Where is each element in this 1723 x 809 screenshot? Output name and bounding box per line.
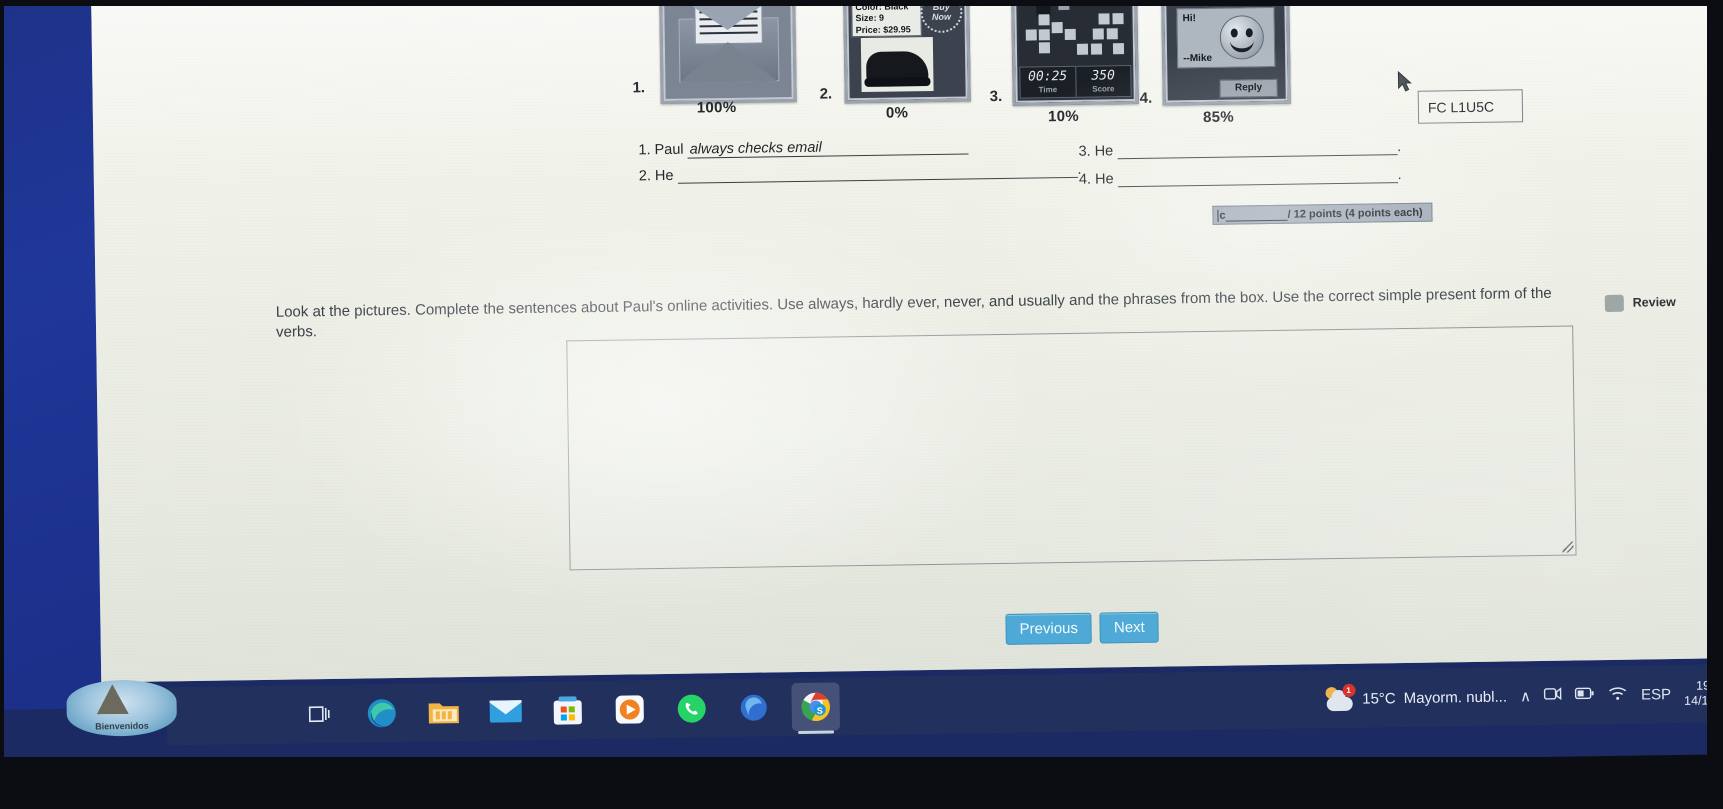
picture-percent-2: 0% [885, 104, 909, 122]
wifi-icon[interactable] [1608, 685, 1628, 704]
battery-icon[interactable] [1575, 686, 1595, 704]
photo-edge-bottom [0, 757, 1723, 809]
game-time-label: Time [1038, 85, 1058, 95]
previous-button[interactable]: Previous [1005, 612, 1093, 645]
im-reply-button: Reply [1219, 78, 1278, 98]
answer-line-2: 2. He . [638, 161, 1082, 185]
shoe-photo [860, 36, 934, 93]
weather-badge: 1 [1341, 683, 1356, 697]
chrome-icon[interactable]: S [791, 682, 841, 732]
email-inbox-image: Inbox (3) [658, 0, 797, 105]
language-indicator[interactable]: ESP [1641, 686, 1671, 703]
answer-number-2: 2. [638, 168, 652, 185]
show-hidden-icons-chevron[interactable]: ∧ [1520, 687, 1531, 705]
instant-message-image: Instant Message Hi! --Mike Reply [1161, 0, 1291, 106]
product-size: Size: 9 [855, 12, 885, 24]
copilot-icon[interactable] [729, 683, 778, 732]
file-explorer-icon[interactable] [419, 688, 468, 737]
answer-number-4: 4. [1078, 171, 1092, 188]
game-score: 350 Score [1074, 66, 1131, 97]
online-game-image: 00:25 Time 350 Score [1010, 0, 1139, 106]
photographed-screen: 1. Inbox (3) 100% 2. [0, 0, 1723, 809]
answer-line-3: 3. He . [1078, 139, 1402, 160]
screen-surface: 1. Inbox (3) 100% 2. [0, 0, 1723, 780]
im-message-body: Hi! --Mike [1176, 6, 1276, 69]
game-status-bar: 00:25 Time 350 Score [1019, 65, 1132, 99]
activity-code-chip: FC L1U5C [1417, 89, 1524, 124]
review-label[interactable]: Review [1633, 292, 1676, 313]
points-box: c / 12 points (4 points each) [1212, 202, 1433, 225]
picture-number-2: 2. [819, 85, 833, 103]
answer-textarea[interactable] [566, 325, 1577, 571]
answer-line-4: 4. He . [1078, 167, 1402, 188]
review-icon[interactable] [1604, 294, 1624, 312]
answer-written-1: always checks email [687, 139, 824, 159]
picture-percent-4: 85% [1202, 108, 1235, 126]
points-text: / 12 points (4 points each) [1287, 206, 1423, 221]
photo-edge-right [1707, 0, 1723, 809]
answer-stem-3: He [1094, 143, 1114, 160]
im-signature: --Mike [1183, 52, 1213, 65]
picture-number-3: 3. [989, 87, 1003, 106]
start-button[interactable]: Bienvenidos [66, 679, 178, 737]
resize-handle[interactable] [1562, 541, 1574, 553]
media-player-icon[interactable] [605, 685, 654, 734]
answer-number-1: 1. [638, 142, 651, 159]
system-tray: 1 15°C Mayorm. nubl... ∧ ESP 19:23 [1324, 663, 1723, 728]
edge-icon[interactable] [357, 689, 406, 738]
game-time-value: 00:25 [1027, 68, 1068, 85]
picture-number-4: 4. [1139, 89, 1153, 107]
envelope-icon [678, 0, 780, 83]
game-score-value: 350 [1091, 68, 1115, 84]
start-label: Bienvenidos [95, 720, 149, 732]
picture-row: 1. Inbox (3) 100% 2. [91, 0, 1723, 147]
picture-percent-1: 100% [696, 98, 737, 117]
game-time: 00:25 Time [1020, 67, 1075, 98]
weather-description: Mayorm. nubl... [1403, 688, 1508, 707]
buy-now-line2: Now [931, 11, 952, 22]
weather-temperature: 15°C [1362, 689, 1396, 708]
game-blocks [1018, 0, 1132, 67]
next-button[interactable]: Next [1099, 611, 1160, 644]
meet-now-icon[interactable] [1544, 686, 1562, 706]
photo-edge-top [0, 0, 1723, 6]
answer-number-3: 3. [1078, 143, 1091, 160]
answer-stem-4: He [1094, 171, 1114, 188]
svg-text:S: S [817, 706, 823, 716]
mouse-cursor-icon [1397, 70, 1412, 92]
picture-number-1: 1. [632, 79, 646, 97]
whatsapp-icon[interactable] [667, 684, 716, 733]
smiley-face-icon [1219, 15, 1265, 60]
answer-stem-2: He [654, 167, 674, 185]
photo-edge-left [0, 0, 4, 809]
picture-percent-3: 10% [1047, 107, 1080, 126]
mail-icon[interactable] [481, 687, 530, 736]
weather-widget[interactable]: 1 15°C Mayorm. nubl... [1324, 683, 1508, 712]
microsoft-store-icon[interactable] [543, 686, 592, 735]
im-greeting: Hi! [1182, 13, 1196, 25]
answer-line-1: 1. Paul always checks email [638, 137, 969, 159]
online-shopping-image: Item: Shoes Color: Black Size: 9 Price: … [842, 0, 971, 104]
worksheet-page: 1. Inbox (3) 100% 2. [90, 0, 1723, 683]
answer-stem-1: Paul [654, 141, 684, 159]
game-score-label: Score [1092, 84, 1115, 94]
task-view-icon[interactable] [295, 690, 344, 739]
weather-icon: 1 [1324, 683, 1356, 712]
product-price: Price: $29.95 [855, 23, 911, 35]
navigation-buttons: Previous Next [1005, 611, 1160, 645]
